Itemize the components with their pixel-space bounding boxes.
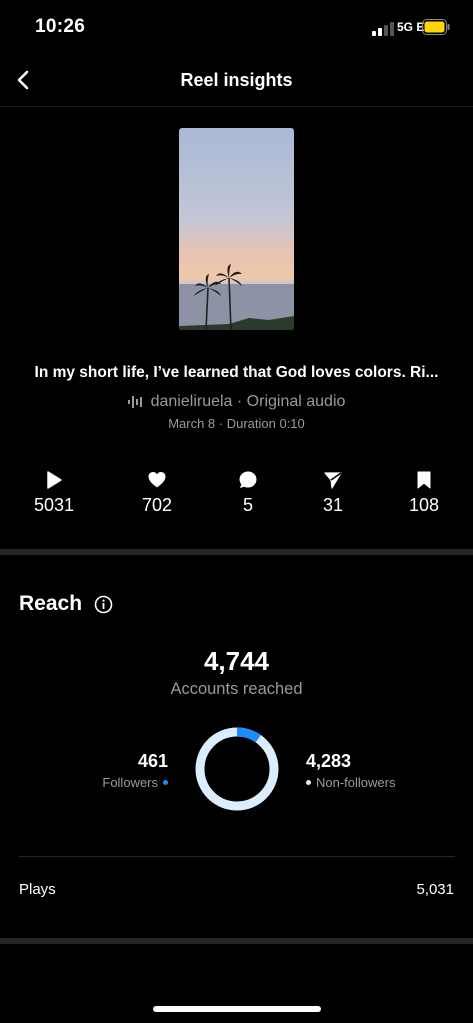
reel-caption: In my short life, I’ve learned that God … [34, 364, 439, 381]
saves-count: 108 [408, 495, 440, 515]
share-icon [324, 472, 342, 489]
reel-meta: March 8 · Duration 0:10 [168, 416, 305, 431]
metric-saves: 108 [384, 470, 464, 516]
sunset-image [179, 128, 294, 330]
nonfollowers-legend-dot [306, 780, 311, 785]
accounts-reached-value: 4,744 [203, 646, 270, 676]
metric-likes: 702 [117, 470, 197, 516]
section-divider [0, 549, 473, 555]
followers-value: 461 [137, 751, 168, 771]
plays-count: 5031 [33, 495, 75, 515]
followers-stat: 461 Followers [102, 751, 168, 790]
home-indicator[interactable] [153, 1006, 321, 1012]
status-bar: 10:26 5G E [0, 0, 473, 56]
audio-row[interactable]: danieliruela · Original audio [0, 393, 473, 411]
status-time: 10:26 [35, 16, 86, 37]
play-icon [47, 471, 62, 489]
nonfollowers-ring [195, 727, 279, 811]
section-divider-bottom [0, 938, 473, 944]
reach-title: Reach [19, 592, 83, 615]
accounts-reached-label: Accounts reached [170, 680, 303, 698]
nav-bar: Reel insights [0, 56, 473, 107]
comments-count: 5 [242, 495, 253, 515]
reel-thumbnail[interactable] [179, 128, 294, 330]
signal-icon [372, 22, 394, 36]
metric-plays: 5031 [14, 470, 94, 516]
reach-donut-chart [195, 727, 279, 811]
audio-waveform-icon [127, 396, 142, 408]
followers-legend-dot [163, 780, 168, 785]
metric-shares: 31 [293, 470, 373, 516]
nonfollowers-stat: 4,283 Non-followers [306, 751, 395, 790]
plays-row-value: 5,031 [416, 881, 454, 898]
metric-comments: 5 [208, 470, 288, 516]
info-icon[interactable] [94, 595, 113, 614]
row-divider [19, 856, 455, 857]
followers-label: Followers [102, 775, 158, 790]
shares-count: 31 [322, 495, 344, 515]
audio-label: danieliruela · Original audio [150, 393, 346, 410]
bookmark-icon [417, 471, 431, 489]
comment-icon [239, 471, 257, 488]
heart-icon [148, 472, 166, 488]
nonfollowers-value: 4,283 [306, 751, 352, 771]
plays-row-label: Plays [19, 881, 56, 898]
likes-count: 702 [141, 495, 173, 515]
nonfollowers-label: Non-followers [316, 775, 396, 790]
page-title: Reel insights [180, 70, 293, 90]
battery-icon [422, 19, 450, 35]
network-label: 5G E [397, 20, 425, 34]
